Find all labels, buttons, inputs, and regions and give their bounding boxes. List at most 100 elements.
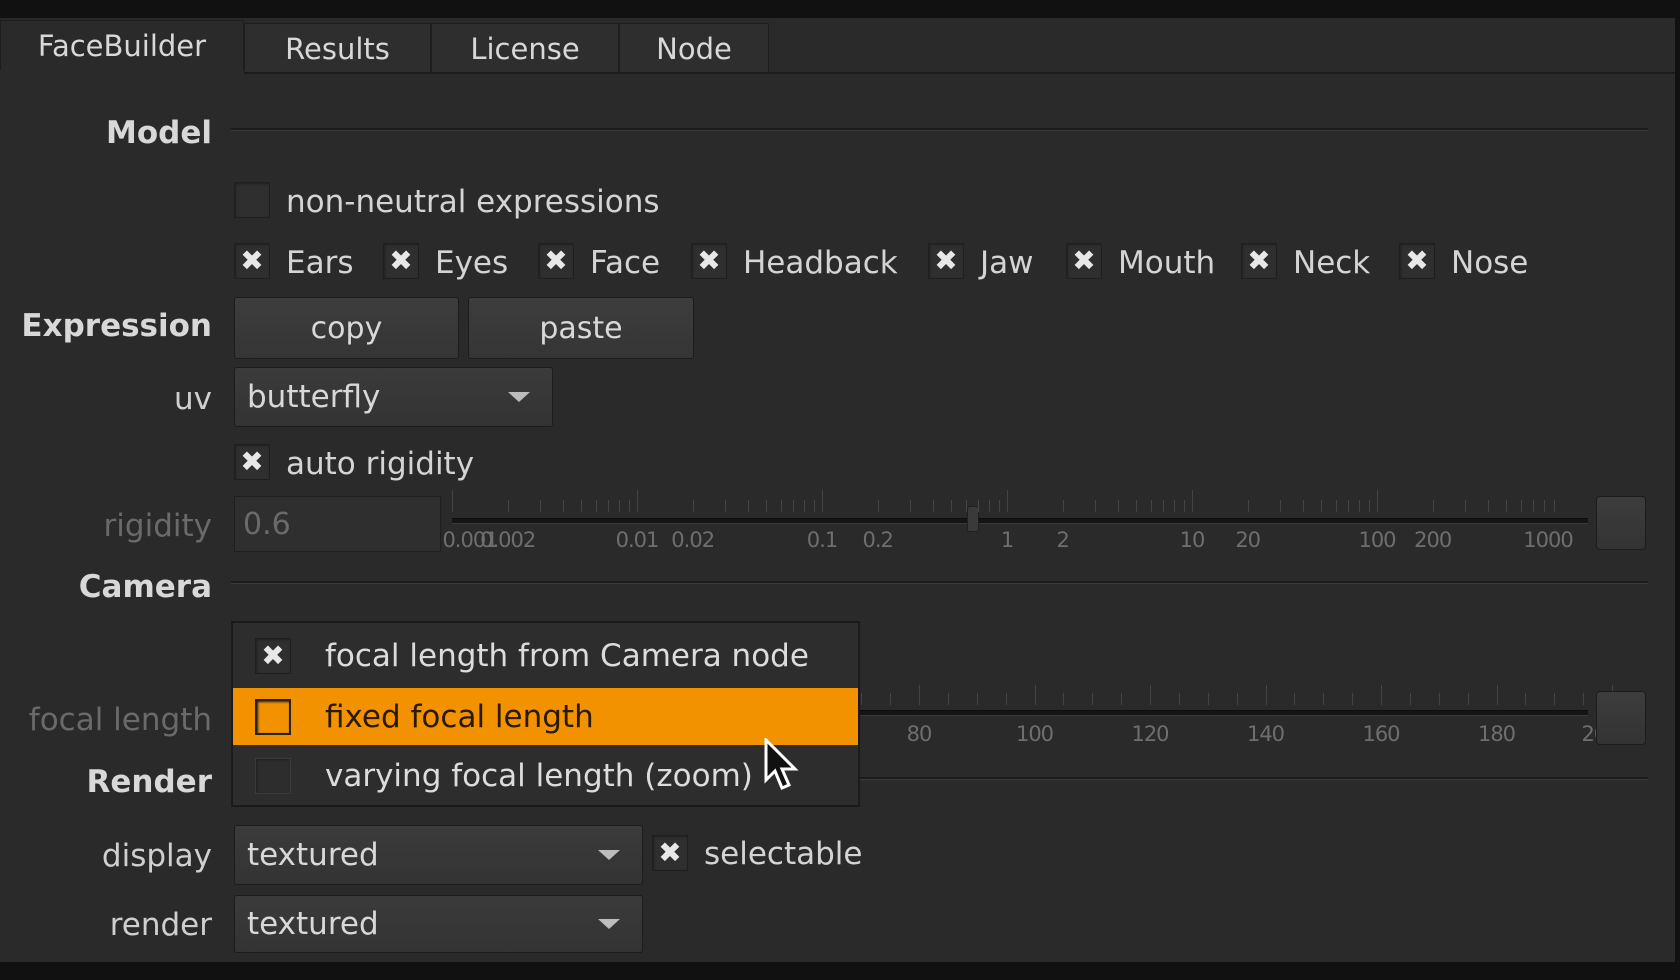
- menu-item-from-camera[interactable]: ✖ focal length from Camera node: [233, 627, 858, 684]
- slider-tick-label: 20: [1235, 528, 1261, 552]
- part-checkbox-face[interactable]: ✖: [538, 243, 574, 279]
- menu-item-label: fixed focal length: [325, 698, 594, 735]
- slider-tick: [1467, 693, 1469, 705]
- tab-label: Results: [285, 31, 390, 66]
- part-label: Ears: [286, 245, 354, 281]
- section-divider: [231, 128, 1648, 131]
- chevron-down-icon: [598, 850, 620, 860]
- part-checkbox-jaw[interactable]: ✖: [928, 243, 964, 279]
- slider-tick: [1136, 500, 1138, 512]
- slider-tick: [1348, 500, 1350, 512]
- selectable-label: selectable: [704, 836, 863, 872]
- slider-tick: [947, 693, 949, 705]
- checkbox-icon: [255, 698, 291, 735]
- slider-tick: [919, 685, 920, 705]
- section-model: Model: [106, 115, 212, 151]
- copy-label: copy: [310, 310, 383, 346]
- slider-tick: [1323, 693, 1325, 705]
- focal-animation-button[interactable]: [1596, 691, 1646, 745]
- slider-tick: [793, 500, 795, 512]
- auto-rigidity-checkbox[interactable]: ✖: [234, 444, 270, 480]
- tab-node[interactable]: Node: [619, 23, 769, 73]
- display-dropdown[interactable]: textured: [234, 825, 643, 885]
- slider-tick: [637, 490, 638, 512]
- slider-tick: [748, 500, 750, 512]
- slider-tick-label: 100: [1358, 528, 1396, 552]
- slider-tick-label: 80: [906, 722, 933, 746]
- slider-tick: [1280, 500, 1282, 512]
- part-label: Eyes: [435, 245, 509, 281]
- rigidity-input[interactable]: 0.6: [234, 496, 441, 552]
- tab-divider: [244, 72, 1675, 74]
- slider-tick: [822, 490, 823, 512]
- part-checkbox-nose[interactable]: ✖: [1399, 243, 1435, 279]
- tab-label: Node: [656, 31, 732, 66]
- slider-tick: [1352, 693, 1354, 705]
- paste-button[interactable]: paste: [468, 297, 694, 359]
- rigidity-label: rigidity: [103, 508, 212, 544]
- section-render: Render: [86, 764, 212, 800]
- slider-tick: [1553, 500, 1555, 512]
- uv-dropdown[interactable]: butterfly: [234, 367, 553, 427]
- slider-tick: [1247, 500, 1249, 512]
- menu-item-fixed[interactable]: fixed focal length: [233, 688, 858, 745]
- rigidity-slider[interactable]: 0.001 0.002 0.01 0.02 0.1 0.2 1 2 10 20 100 200 1000: [442, 490, 1588, 560]
- part-label: Mouth: [1118, 245, 1216, 281]
- expression-label: Expression: [21, 308, 212, 344]
- selectable-checkbox[interactable]: ✖: [652, 835, 688, 871]
- slider-tick: [540, 500, 542, 512]
- uv-value: butterfly: [247, 379, 381, 415]
- part-checkbox-neck[interactable]: ✖: [1241, 243, 1277, 279]
- slider-tick: [692, 500, 694, 512]
- auto-rigidity-label: auto rigidity: [286, 446, 475, 482]
- slider-tick: [1007, 490, 1008, 512]
- slider-tick-label: 0.002: [480, 528, 536, 552]
- copy-button[interactable]: copy: [234, 297, 459, 359]
- slider-tick: [1368, 500, 1370, 512]
- slider-tick: [1294, 693, 1296, 705]
- tab-label: FaceBuilder: [37, 28, 207, 63]
- slider-tick-label: 0.01: [615, 528, 660, 552]
- slider-tick: [976, 693, 978, 705]
- rigidity-animation-button[interactable]: [1596, 496, 1646, 550]
- slider-tick: [1150, 685, 1151, 705]
- slider-knob[interactable]: [967, 506, 979, 532]
- part-checkbox-mouth[interactable]: ✖: [1066, 243, 1102, 279]
- slider-tick-label: 180: [1477, 722, 1516, 746]
- chevron-down-icon: [598, 919, 620, 929]
- slider-tick: [1335, 500, 1337, 512]
- slider-tick: [1544, 500, 1546, 512]
- slider-tick: [608, 500, 610, 512]
- slider-tick: [1183, 500, 1185, 512]
- slider-tick: [890, 693, 892, 705]
- slider-tick: [1321, 500, 1323, 512]
- slider-tick: [1381, 685, 1382, 705]
- part-label: Face: [590, 245, 661, 281]
- slider-tick: [989, 500, 991, 512]
- slider-tick-label: 0.2: [862, 528, 893, 552]
- slider-tick: [1163, 500, 1165, 512]
- tab-facebuilder[interactable]: FaceBuilder: [0, 20, 244, 70]
- part-checkbox-headback[interactable]: ✖: [691, 243, 727, 279]
- part-checkbox-ears[interactable]: ✖: [234, 243, 270, 279]
- part-label: Nose: [1451, 245, 1529, 281]
- tab-results[interactable]: Results: [244, 23, 431, 73]
- slider-tick: [452, 490, 453, 512]
- tab-license[interactable]: License: [431, 23, 619, 73]
- non-neutral-checkbox[interactable]: [234, 182, 270, 218]
- slider-tick: [1192, 490, 1193, 512]
- slider-tick-label: 1: [1000, 528, 1014, 552]
- slider-tick-label: 2: [1056, 528, 1070, 552]
- checkbox-icon: [255, 757, 291, 794]
- slider-tick: [1095, 500, 1097, 512]
- slider-track: [452, 518, 1588, 524]
- part-label: Headback: [743, 245, 898, 281]
- tab-label: License: [470, 31, 580, 66]
- slider-tick-label: 140: [1246, 722, 1285, 746]
- slider-tick: [978, 500, 980, 512]
- slider-tick: [813, 500, 815, 512]
- display-label: display: [101, 838, 212, 874]
- render-dropdown[interactable]: textured: [234, 895, 643, 953]
- slider-tick: [595, 500, 597, 512]
- part-checkbox-eyes[interactable]: ✖: [383, 243, 419, 279]
